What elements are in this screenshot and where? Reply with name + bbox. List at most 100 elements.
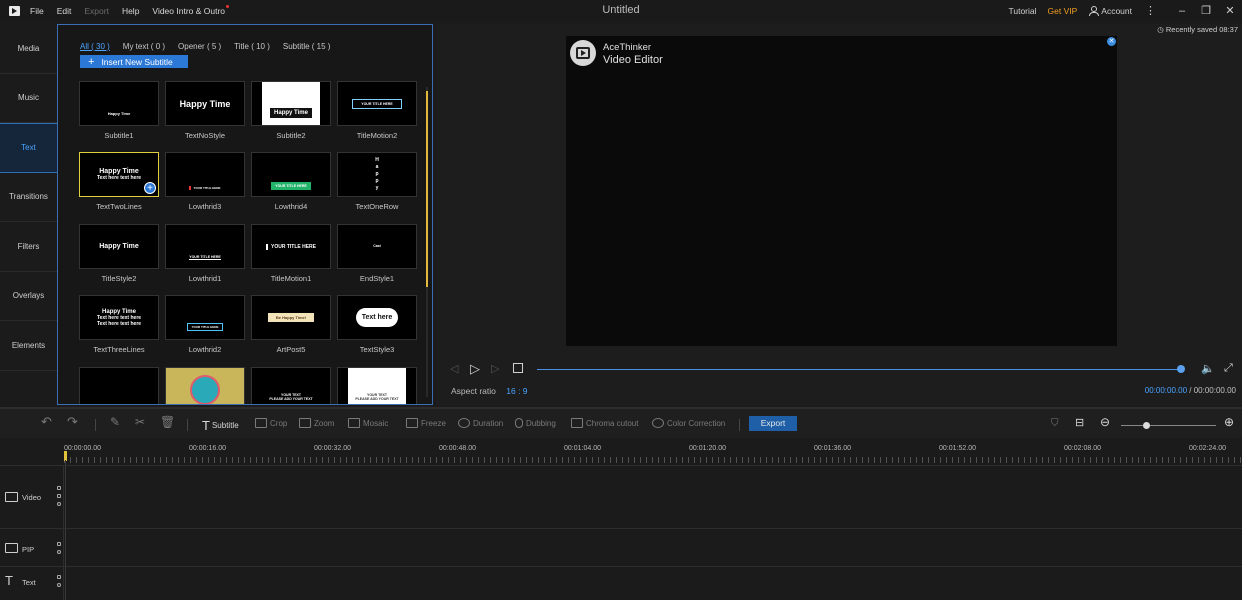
template-tile[interactable]: YOUR TITLE HERE Lowthrid4 [251, 152, 331, 211]
clock-icon: ◷ [1157, 25, 1164, 34]
track-visibility-icon[interactable] [57, 502, 61, 506]
timeline-zoom-knob[interactable] [1143, 422, 1150, 429]
redo-icon[interactable]: ↷ [67, 414, 78, 430]
template-label: Lowthrid1 [188, 274, 222, 283]
template-tile[interactable]: H a p p y TextOneRow [337, 152, 417, 211]
duration-tool[interactable]: Duration [458, 418, 503, 428]
previous-frame-icon[interactable]: ◁ [450, 362, 458, 375]
tab-opener[interactable]: Opener ( 5 ) [178, 42, 221, 51]
template-tile[interactable]: Happy Time Text here text here + TextTwo… [79, 152, 159, 211]
sidebar-item-overlays[interactable]: Overlays [0, 272, 57, 321]
sidebar-item-text[interactable]: Text [0, 123, 57, 173]
template-thumbnail: Happy Time Text here text here Text here… [79, 295, 159, 340]
marker-icon[interactable]: ⛉ [1051, 418, 1059, 429]
video-track-icon [5, 492, 18, 502]
sidebar-item-elements[interactable]: Elements [0, 321, 57, 371]
template-tile[interactable]: YOUR TITLE HERE Lowthrid1 [165, 224, 245, 283]
zoom-in-icon[interactable]: ⊕ [1224, 415, 1234, 429]
restore-icon[interactable]: ❐ [1194, 4, 1218, 17]
track-visibility-icon[interactable] [57, 550, 61, 554]
zoom-tool[interactable]: Zoom [299, 418, 334, 428]
track-lock-icon[interactable] [57, 542, 61, 546]
chroma-cutout-tool[interactable]: Chroma cutout [571, 418, 638, 428]
next-frame-icon[interactable]: ▷ [491, 362, 499, 375]
minimize-icon[interactable]: – [1170, 5, 1194, 17]
track-visibility-icon[interactable] [57, 583, 61, 587]
track-audio-icon[interactable] [57, 486, 61, 490]
sidebar-item-music[interactable]: Music [0, 74, 57, 123]
volume-icon[interactable]: 🔈 [1201, 362, 1215, 375]
subtitle-tool[interactable]: T Subtitle [202, 418, 239, 433]
template-tile[interactable]: Happy Time Subtitle1 [79, 81, 159, 140]
template-tile[interactable]: Be Happy Time! ArtPost5 [251, 295, 331, 354]
freeze-icon [406, 418, 418, 428]
template-tile[interactable]: Happy Time Subtitle2 [251, 81, 331, 140]
menu-export[interactable]: Export [84, 6, 109, 16]
play-icon[interactable]: ▷ [470, 361, 480, 377]
library-scrollbar-thumb[interactable] [426, 91, 428, 287]
account-button[interactable]: Account [1089, 6, 1132, 16]
close-icon[interactable]: ✕ [1218, 4, 1242, 17]
menu-video-intro-outro[interactable]: Video Intro & Outro [152, 4, 229, 16]
template-tile[interactable]: YOUR TITLE HERE TitleMotion2 [337, 81, 417, 140]
timeline-ruler[interactable] [64, 457, 1242, 463]
freeze-tool[interactable]: Freeze [406, 418, 446, 428]
tutorial-link[interactable]: Tutorial [1008, 6, 1036, 16]
template-tile[interactable]: Happy Time Text here text here Text here… [79, 295, 159, 354]
menu-edit[interactable]: Edit [57, 6, 72, 16]
template-thumbnail: YOUR TEXT PLEASE ADD YOUR TEXT [251, 367, 331, 404]
template-tile[interactable] [79, 367, 159, 404]
mosaic-tool[interactable]: Mosaic [348, 418, 388, 428]
sidebar-item-filters[interactable]: Filters [0, 222, 57, 272]
playback-progress-bar[interactable] [537, 369, 1181, 370]
template-tile[interactable]: Text here TextStyle3 [337, 295, 417, 354]
template-label: ArtPost5 [276, 345, 306, 354]
add-to-timeline-icon[interactable]: + [144, 182, 156, 194]
template-tile[interactable]: YOUR TITLE HERE TitleMotion1 [251, 224, 331, 283]
timeline-zoom-slider[interactable] [1121, 425, 1216, 426]
split-scissors-icon[interactable]: ✂ [135, 415, 145, 429]
delete-icon[interactable]: 🗑 [160, 415, 175, 429]
sidebar-item-transitions[interactable]: Transitions [0, 173, 57, 222]
export-button[interactable]: Export [749, 416, 797, 431]
zoom-out-icon[interactable]: ⊖ [1100, 415, 1110, 429]
template-tile[interactable]: YOUR TITLE HERE Lowthrid3 [165, 152, 245, 211]
template-tile[interactable]: YOUR TEXT PLEASE ADD YOUR TEXT [337, 367, 417, 404]
close-watermark-icon[interactable]: ✕ [1107, 37, 1116, 46]
template-tile[interactable]: YOUR TEXT PLEASE ADD YOUR TEXT [251, 367, 331, 404]
thumb-text: Text here text here [96, 320, 142, 327]
edit-pencil-icon[interactable]: ✎ [110, 415, 120, 429]
aspect-ratio-value[interactable]: 16 : 9 [506, 386, 527, 396]
dubbing-tool[interactable]: Dubbing [515, 418, 556, 428]
template-label: TextStyle3 [359, 345, 395, 354]
playback-progress-knob[interactable] [1177, 365, 1185, 373]
template-tile[interactable] [165, 367, 245, 404]
video-preview-screen[interactable]: AceThinker Video Editor ✕ [566, 36, 1117, 346]
sidebar-item-media[interactable]: Media [0, 24, 57, 74]
stop-icon[interactable] [513, 363, 523, 373]
fullscreen-icon[interactable]: ⤢ [1224, 362, 1233, 375]
track-text[interactable]: T Text [0, 566, 1242, 600]
fit-timeline-icon[interactable]: ⊟ [1075, 416, 1084, 429]
menu-help[interactable]: Help [122, 6, 139, 16]
track-video[interactable]: Video [0, 465, 1242, 528]
template-tile[interactable]: Happy Time TitleStyle2 [79, 224, 159, 283]
get-vip-link[interactable]: Get VIP [1048, 6, 1078, 16]
track-lock-icon[interactable] [57, 494, 61, 498]
template-label: TitleMotion2 [356, 131, 398, 140]
template-tile[interactable]: Cast EndStyle1 [337, 224, 417, 283]
tab-my-text[interactable]: My text ( 0 ) [123, 42, 165, 51]
insert-new-subtitle-button[interactable]: + Insert New Subtitle [80, 55, 188, 68]
template-tile[interactable]: YOUR TITLE HERE Lowthrid2 [165, 295, 245, 354]
tab-all[interactable]: All ( 30 ) [80, 42, 110, 51]
undo-icon[interactable]: ↶ [41, 414, 52, 430]
template-tile[interactable]: Happy Time TextNoStyle [165, 81, 245, 140]
crop-tool[interactable]: Crop [255, 418, 287, 428]
tab-subtitle[interactable]: Subtitle ( 15 ) [283, 42, 331, 51]
more-options-icon[interactable]: ⋮ [1145, 4, 1156, 17]
tab-title[interactable]: Title ( 10 ) [234, 42, 270, 51]
menu-file[interactable]: File [30, 6, 44, 16]
color-correction-tool[interactable]: Color Correction [652, 418, 725, 428]
track-pip[interactable]: PIP [0, 528, 1242, 566]
track-lock-icon[interactable] [57, 575, 61, 579]
